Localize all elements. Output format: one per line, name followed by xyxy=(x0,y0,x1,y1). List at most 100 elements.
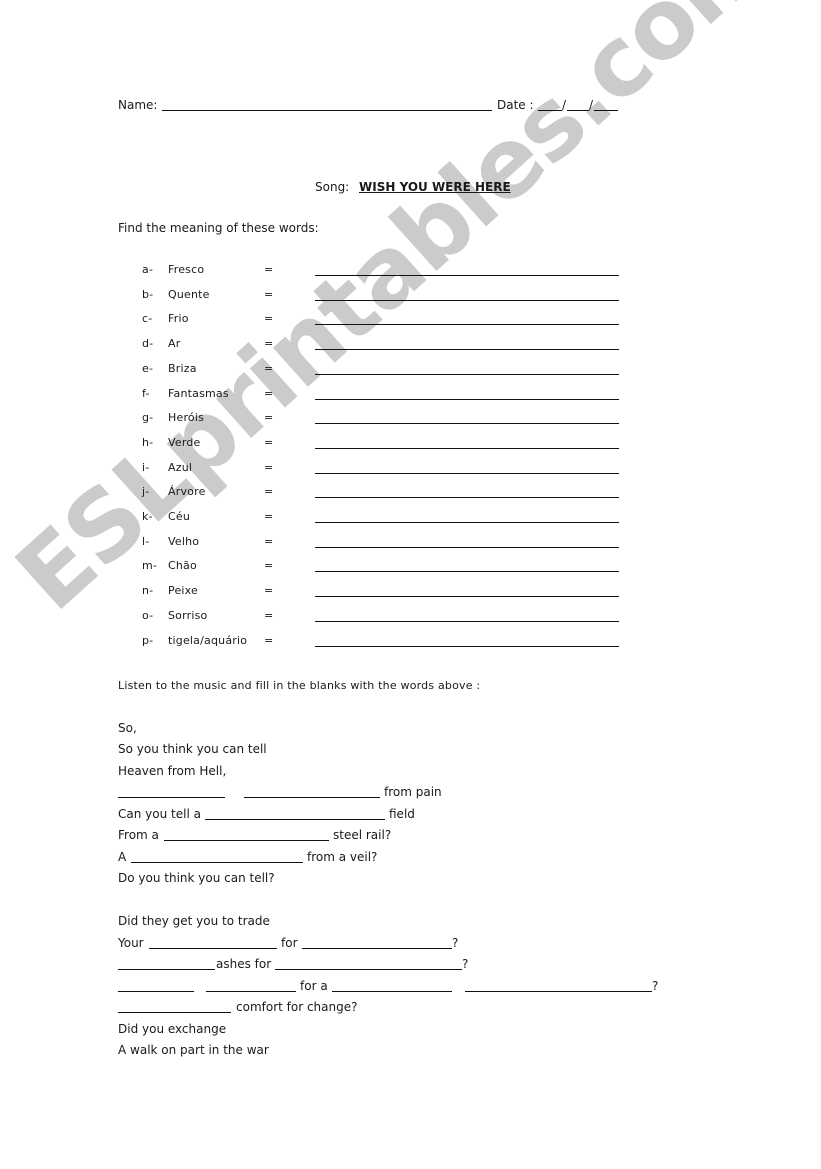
vocab-word: Peixe xyxy=(168,584,199,597)
date-year-blank[interactable] xyxy=(594,110,618,111)
lyric-line: Heaven from Hell, xyxy=(118,764,227,778)
vocab-word: Frio xyxy=(168,312,189,325)
lyric-line: for xyxy=(281,936,298,950)
lyric-blank[interactable] xyxy=(275,969,462,970)
lyric-blank[interactable] xyxy=(164,840,329,841)
vocab-letter: j- xyxy=(142,485,150,498)
meaning-blank[interactable] xyxy=(315,324,619,325)
vocab-letter: b- xyxy=(142,288,154,301)
lyric-blank[interactable] xyxy=(149,948,277,949)
lyric-blank[interactable] xyxy=(118,991,194,992)
lyric-line: Your xyxy=(118,936,144,950)
meaning-blank[interactable] xyxy=(315,399,619,400)
meaning-blank[interactable] xyxy=(315,547,619,548)
lyric-line: ashes for xyxy=(216,957,272,971)
lyric-line: A walk on part in the war xyxy=(118,1043,269,1057)
vocab-letter: a- xyxy=(142,263,154,276)
meaning-blank[interactable] xyxy=(315,596,619,597)
meaning-blank[interactable] xyxy=(315,621,619,622)
equals-sign: = xyxy=(264,411,274,424)
vocab-word: Quente xyxy=(168,288,210,301)
vocab-letter: d- xyxy=(142,337,154,350)
lyrics-instruction: Listen to the music and fill in the blan… xyxy=(118,679,481,692)
meaning-blank[interactable] xyxy=(315,374,619,375)
lyric-blank[interactable] xyxy=(332,991,452,992)
equals-sign: = xyxy=(264,535,274,548)
vocab-letter: h- xyxy=(142,436,154,449)
vocab-word: Verde xyxy=(168,436,201,449)
equals-sign: = xyxy=(264,387,274,400)
vocab-word: Céu xyxy=(168,510,191,523)
lyric-line: Did you exchange xyxy=(118,1022,227,1036)
meaning-blank[interactable] xyxy=(315,448,619,449)
equals-sign: = xyxy=(264,461,274,474)
lyric-blank[interactable] xyxy=(302,948,452,949)
equals-sign: = xyxy=(264,263,274,276)
lyric-line: Can you tell a xyxy=(118,807,201,821)
lyric-blank[interactable] xyxy=(118,797,225,798)
vocab-letter: p- xyxy=(142,634,154,647)
vocab-letter: i- xyxy=(142,461,150,474)
lyric-line: field xyxy=(389,807,415,821)
lyric-blank[interactable] xyxy=(118,969,215,970)
lyric-line: ? xyxy=(452,936,459,950)
equals-sign: = xyxy=(264,559,274,572)
vocab-word: Árvore xyxy=(168,485,206,498)
vocab-word: Sorriso xyxy=(168,609,208,622)
name-label: Name: xyxy=(118,98,158,112)
vocab-letter: f- xyxy=(142,387,150,400)
lyric-blank[interactable] xyxy=(205,819,385,820)
vocab-instruction: Find the meaning of these words: xyxy=(118,221,319,235)
vocab-letter: e- xyxy=(142,362,154,375)
equals-sign: = xyxy=(264,288,274,301)
lyric-line: So, xyxy=(118,721,137,735)
lyric-line: Do you think you can tell? xyxy=(118,871,275,885)
vocab-word: Ar xyxy=(168,337,181,350)
equals-sign: = xyxy=(264,510,274,523)
vocab-letter: o- xyxy=(142,609,154,622)
lyric-blank[interactable] xyxy=(206,991,296,992)
lyric-blank[interactable] xyxy=(465,991,652,992)
lyric-line: From a xyxy=(118,828,159,842)
vocab-letter: c- xyxy=(142,312,153,325)
vocab-letter: n- xyxy=(142,584,154,597)
name-blank[interactable] xyxy=(162,110,492,111)
meaning-blank[interactable] xyxy=(315,300,619,301)
equals-sign: = xyxy=(264,312,274,325)
lyric-blank[interactable] xyxy=(244,797,380,798)
meaning-blank[interactable] xyxy=(315,473,619,474)
meaning-blank[interactable] xyxy=(315,646,619,647)
date-separator: / xyxy=(562,98,567,112)
vocab-letter: g- xyxy=(142,411,154,424)
vocab-word: Azul xyxy=(168,461,193,474)
equals-sign: = xyxy=(264,436,274,449)
meaning-blank[interactable] xyxy=(315,423,619,424)
lyric-line: ? xyxy=(462,957,469,971)
lyric-blank[interactable] xyxy=(131,862,303,863)
lyric-line: comfort for change? xyxy=(236,1000,358,1014)
equals-sign: = xyxy=(264,609,274,622)
meaning-blank[interactable] xyxy=(315,275,619,276)
song-label: Song: xyxy=(315,180,350,194)
lyric-line: from a veil? xyxy=(307,850,378,864)
equals-sign: = xyxy=(264,337,274,350)
song-title: WISH YOU WERE HERE xyxy=(359,180,511,194)
lyric-line: ? xyxy=(652,979,659,993)
vocab-word: Velho xyxy=(168,535,200,548)
lyric-line: A xyxy=(118,850,127,864)
worksheet-page: Name: Date : / / Song: WISH YOU WERE HER… xyxy=(0,0,821,1169)
vocab-word: Heróis xyxy=(168,411,205,424)
equals-sign: = xyxy=(264,584,274,597)
equals-sign: = xyxy=(264,634,274,647)
vocab-letter: m- xyxy=(142,559,158,572)
equals-sign: = xyxy=(264,362,274,375)
vocab-word: Chão xyxy=(168,559,197,572)
equals-sign: = xyxy=(264,485,274,498)
date-day-blank[interactable] xyxy=(538,110,562,111)
meaning-blank[interactable] xyxy=(315,571,619,572)
lyric-blank[interactable] xyxy=(118,1012,231,1013)
date-month-blank[interactable] xyxy=(567,110,589,111)
meaning-blank[interactable] xyxy=(315,522,619,523)
meaning-blank[interactable] xyxy=(315,349,619,350)
meaning-blank[interactable] xyxy=(315,497,619,498)
